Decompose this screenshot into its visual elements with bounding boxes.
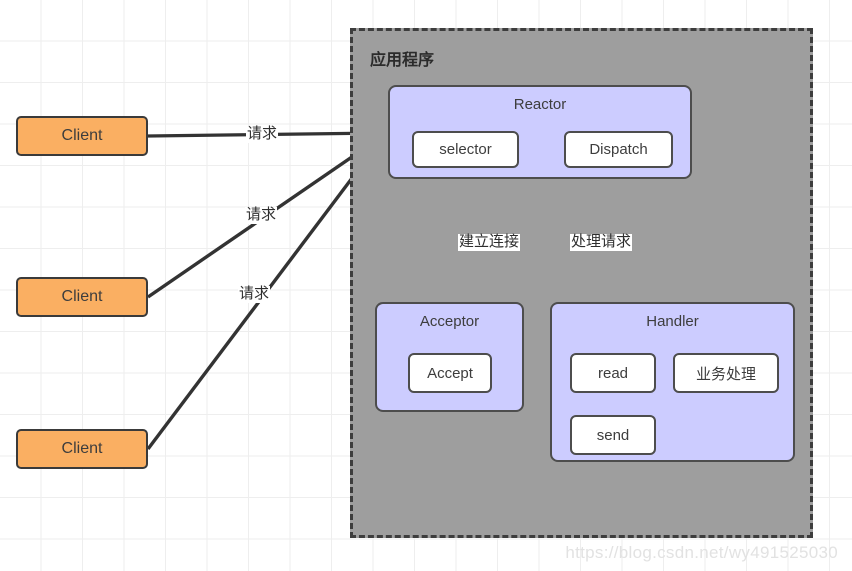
reactor-dispatch-box[interactable]: Dispatch	[564, 131, 673, 168]
client-node-3[interactable]: Client	[16, 429, 148, 469]
handler-read-box[interactable]: read	[570, 353, 656, 393]
edge-label-handle-request: 处理请求	[570, 233, 633, 251]
request-label-3: 请求	[238, 285, 271, 303]
acceptor-title: Acceptor	[419, 313, 480, 330]
reactor-selector-box[interactable]: selector	[412, 131, 519, 168]
acceptor-accept-box[interactable]: Accept	[408, 353, 492, 393]
request-label-1: 请求	[246, 125, 279, 143]
edge-label-establish-connection: 建立连接	[458, 233, 521, 251]
application-title: 应用程序	[370, 52, 435, 69]
handler-business-box[interactable]: 业务处理	[673, 353, 779, 393]
handler-title: Handler	[646, 313, 699, 330]
request-label-2: 请求	[245, 206, 278, 224]
watermark-text: https://blog.csdn.net/wy491525030	[565, 543, 838, 562]
client-node-2[interactable]: Client	[16, 277, 148, 317]
handler-send-box[interactable]: send	[570, 415, 656, 455]
diagram-canvas: 应用程序 Reactor selector Dispatch Acceptor …	[0, 0, 852, 571]
reactor-title: Reactor	[513, 96, 567, 113]
client-node-1[interactable]: Client	[16, 116, 148, 156]
